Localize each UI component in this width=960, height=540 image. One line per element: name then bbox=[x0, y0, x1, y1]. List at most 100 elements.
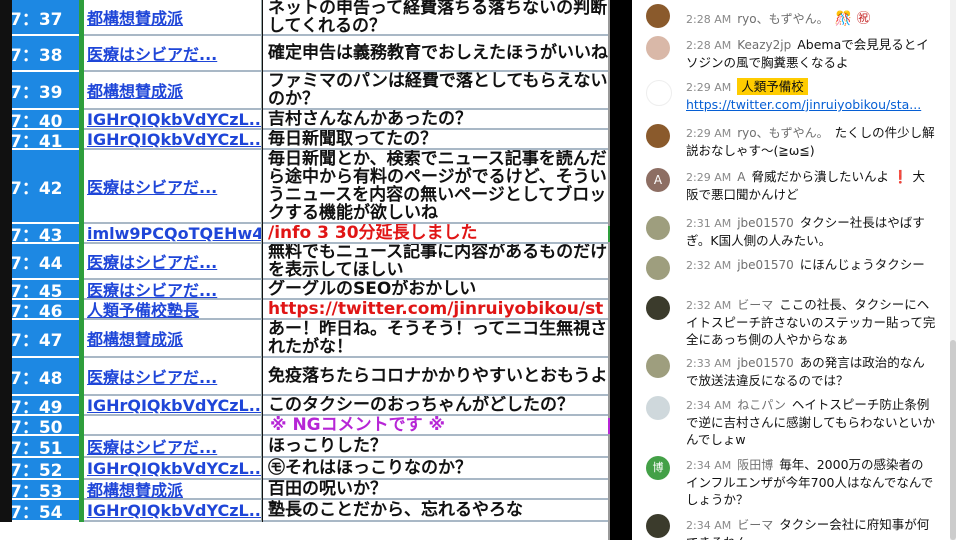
chat-text: 2:33 AM jbe01570 あの発言は政治的なんで放送法違反になるのでは？ bbox=[686, 355, 925, 388]
author-name[interactable]: jbe01570 bbox=[737, 356, 794, 370]
author-name[interactable]: Keazy2jp bbox=[737, 38, 791, 52]
chat-meta: 2:28 AM ryo、もずやん。 🎊 ㊗ bbox=[686, 11, 871, 27]
author-name[interactable]: ビーマ bbox=[737, 298, 773, 312]
comment-text: 毎日新聞取ってたの？ bbox=[263, 130, 608, 150]
commenter-name-link[interactable]: IGHrQIQkbVdYCzL... bbox=[84, 458, 262, 480]
table-row: 7：49 IGHrQIQkbVdYCzL... このタクシーのおっちゃんがどした… bbox=[0, 396, 610, 416]
commenter-name-link[interactable]: 都構想賛成派 bbox=[84, 320, 262, 358]
avatar[interactable] bbox=[646, 354, 670, 378]
table-row: 7：46 人類予備校塾長 https://twitter.com/jinruiy… bbox=[0, 300, 610, 320]
chat-message: 2:33 AM jbe01570 あの発言は政治的なんで放送法違反になるのでは？ bbox=[632, 352, 932, 392]
ng-comment-text: ※ NGコメントです ※ bbox=[263, 416, 608, 436]
commenter-name-link[interactable]: 医療はシビアだ... bbox=[84, 150, 262, 224]
comment-number: 7：51 bbox=[12, 436, 79, 458]
table-row: 7：40 IGHrQIQkbVdYCzL... 吉村さんなんかあったの？ bbox=[0, 110, 610, 130]
comment-text: 確定申告は義務教育でおしえたほうがいいね bbox=[263, 36, 608, 72]
chat-scrollbar-thumb[interactable] bbox=[950, 340, 956, 540]
chat-message: 2:31 AM jbe01570 タクシー社長はやばすぎ。K国人側の人みたい。 bbox=[632, 212, 932, 254]
emoji-icon: 🎊 ㊗ bbox=[834, 11, 871, 27]
comment-number: 7：45 bbox=[12, 280, 79, 300]
avatar[interactable] bbox=[646, 4, 670, 28]
table-row: 7：38 医療はシビアだ... 確定申告は義務教育でおしえたほうがいいね bbox=[0, 36, 610, 72]
author-name[interactable]: ryo、もずやん。 bbox=[737, 12, 828, 26]
commenter-name-link[interactable]: 医療はシビアだ... bbox=[84, 436, 262, 458]
commenter-name-link[interactable]: IGHrQIQkbVdYCzL... bbox=[84, 500, 262, 522]
table-row: 7：50 ※ NGコメントです ※ bbox=[0, 416, 610, 436]
commenter-name-link[interactable]: 都構想賛成派 bbox=[84, 480, 262, 500]
table-row-blank bbox=[0, 522, 610, 540]
table-row: 7：39 都構想賛成派 ファミマのパンは経費で落としてもらえないのか？ bbox=[0, 72, 610, 110]
commenter-name-link[interactable]: 医療はシビアだ... bbox=[84, 358, 262, 396]
commenter-name-link[interactable]: 人類予備校塾長 bbox=[84, 300, 262, 320]
commenter-name-link[interactable]: IGHrQIQkbVdYCzL... bbox=[84, 396, 262, 416]
commenter-name-link[interactable]: imlw9PCQoTQEHw4... bbox=[84, 224, 262, 244]
chat-message: 2:29 AM ryo、もずやん。 たくしの件少し解説おなしゃす〜(≧ω≦) bbox=[632, 120, 935, 162]
table-row: 7：53 都構想賛成派 百田の呪いか？ bbox=[0, 480, 610, 500]
chat-text: 2:34 AM ねこパン ヘイトスピーチ防止条例で逆に吉村さんに感謝してもらわないと… bbox=[686, 397, 936, 447]
commenter-name-link[interactable]: 医療はシビアだ... bbox=[84, 280, 262, 300]
chat-text: 2:34 AMビーマタクシー会社に府知事が何できるねん bbox=[686, 517, 930, 540]
author-name[interactable]: ビーマ bbox=[737, 518, 773, 532]
comment-number: 7：54 bbox=[12, 500, 79, 522]
avatar[interactable] bbox=[646, 296, 670, 320]
avatar[interactable] bbox=[646, 396, 670, 420]
commenter-name-link[interactable]: 医療はシビアだ... bbox=[84, 244, 262, 280]
comment-number: 7：48 bbox=[12, 358, 79, 396]
chat-message: A 2:29 AM A 脅威だから潰したいんよ ❗ 大阪で悪口聞かんけど bbox=[632, 166, 932, 208]
avatar[interactable] bbox=[646, 36, 670, 60]
table-row: 7：37 都構想賛成派 ネットの申告って経費落ちる落ちないの判断してくれるの？ bbox=[0, 0, 610, 36]
comment-number: 7：52 bbox=[12, 458, 79, 480]
chat-message: 博 2:34 AM 阪田博 毎年、2000万の感染者のインフルエンザが今年700人は… bbox=[632, 454, 933, 510]
commenter-name-link[interactable]: 都構想賛成派 bbox=[84, 72, 262, 110]
author-name[interactable]: jbe01570 bbox=[737, 258, 794, 272]
table-row: 7：54 IGHrQIQkbVdYCzL... 塾長のことだから、忘れるやろな bbox=[0, 500, 610, 522]
author-name[interactable]: ねこパン bbox=[737, 398, 786, 412]
chat-text: 2:28 AM Keazy2jp Abemaで会見見るとイソジンの風で胸糞悪くなるよ bbox=[686, 37, 929, 70]
chat-text: 2:29 AM 人類予備校https://twitter.com/jinruiyo… bbox=[686, 78, 922, 112]
author-badge[interactable]: 人類予備校 bbox=[737, 78, 808, 95]
comment-text: 吉村さんなんかあったの？ bbox=[263, 110, 608, 130]
author-name[interactable]: 阪田博 bbox=[737, 458, 773, 472]
commenter-name-link[interactable]: 医療はシビアだ... bbox=[84, 36, 262, 72]
comment-text: グーグルのSEOがおかしい bbox=[263, 280, 608, 300]
chat-link[interactable]: https://twitter.com/jinruiyobikou/sta... bbox=[686, 97, 921, 112]
author-name[interactable]: ryo、もずやん。 bbox=[737, 126, 828, 140]
comment-text: 塾長のことだから、忘れるやろな bbox=[263, 500, 608, 522]
table-row: 7：41 IGHrQIQkbVdYCzL... 毎日新聞取ってたの？ bbox=[0, 130, 610, 150]
table-row: 7：45 医療はシビアだ... グーグルのSEOがおかしい bbox=[0, 280, 610, 300]
commenter-name-link[interactable]: IGHrQIQkbVdYCzL... bbox=[84, 110, 262, 130]
chat-text: 2:31 AM jbe01570 タクシー社長はやばすぎ。K国人側の人みたい。 bbox=[686, 215, 925, 248]
avatar[interactable]: 博 bbox=[646, 456, 670, 480]
comment-number: 7：43 bbox=[12, 224, 79, 244]
chat-message: 2:34 AM ねこパン ヘイトスピーチ防止条例で逆に吉村さんに感謝してもらわないと… bbox=[632, 394, 935, 450]
comment-number: 7：42 bbox=[12, 150, 79, 224]
comment-text: 免疫落ちたらコロナかかりやすいとおもうよ bbox=[263, 358, 608, 396]
comment-text: ほっこりした？ bbox=[263, 436, 608, 458]
avatar[interactable]: A bbox=[646, 168, 670, 192]
avatar[interactable] bbox=[646, 256, 670, 280]
author-name[interactable]: jbe01570 bbox=[737, 216, 794, 230]
comment-text: 無料でもニュース記事に内容があるものだけを表示してほしい bbox=[263, 244, 608, 280]
avatar[interactable] bbox=[646, 80, 672, 106]
comment-text: 毎日新聞とか、検索でニュース記事を読んだら途中から有料のページがでるけど、そうい… bbox=[263, 150, 608, 224]
comment-number: 7：46 bbox=[12, 300, 79, 320]
chat-text: 2:32 AM jbe01570 にほんじょうタクシー bbox=[686, 257, 925, 272]
chat-text: 2:34 AM 阪田博 毎年、2000万の感染者のインフルエンザが今年700人はなん… bbox=[686, 457, 934, 507]
comment-text: このタクシーのおっちゃんがどしたの？ bbox=[263, 396, 608, 416]
panel-divider bbox=[610, 0, 632, 540]
chat-message: 2:29 AM 人類予備校https://twitter.com/jinruiyo… bbox=[632, 74, 932, 116]
chat-text: 2:29 AM ryo、もずやん。 たくしの件少し解説おなしゃす〜(≧ω≦) bbox=[686, 125, 935, 158]
avatar[interactable] bbox=[646, 514, 670, 538]
author-name[interactable]: A bbox=[737, 170, 745, 184]
chat-text: 2:32 AM ビーマ ここの社長、タクシーにヘイトスピーチ許さないのステッカー貼っ… bbox=[686, 297, 936, 347]
comment-number: 7：53 bbox=[12, 480, 79, 500]
commenter-name-link[interactable]: 都構想賛成派 bbox=[84, 0, 262, 36]
comment-number: 7：47 bbox=[12, 320, 79, 358]
avatar[interactable] bbox=[646, 124, 670, 148]
comment-number: 7：38 bbox=[12, 36, 79, 72]
comment-number: 7：39 bbox=[12, 72, 79, 110]
table-row: 7：52 IGHrQIQkbVdYCzL... ㋲それはほっこりなのか？ bbox=[0, 458, 610, 480]
comment-link-text[interactable]: https://twitter.com/jinruiyobikou/st bbox=[263, 300, 608, 320]
commenter-name-link[interactable]: IGHrQIQkbVdYCzL... bbox=[84, 130, 262, 150]
avatar[interactable] bbox=[646, 216, 670, 240]
